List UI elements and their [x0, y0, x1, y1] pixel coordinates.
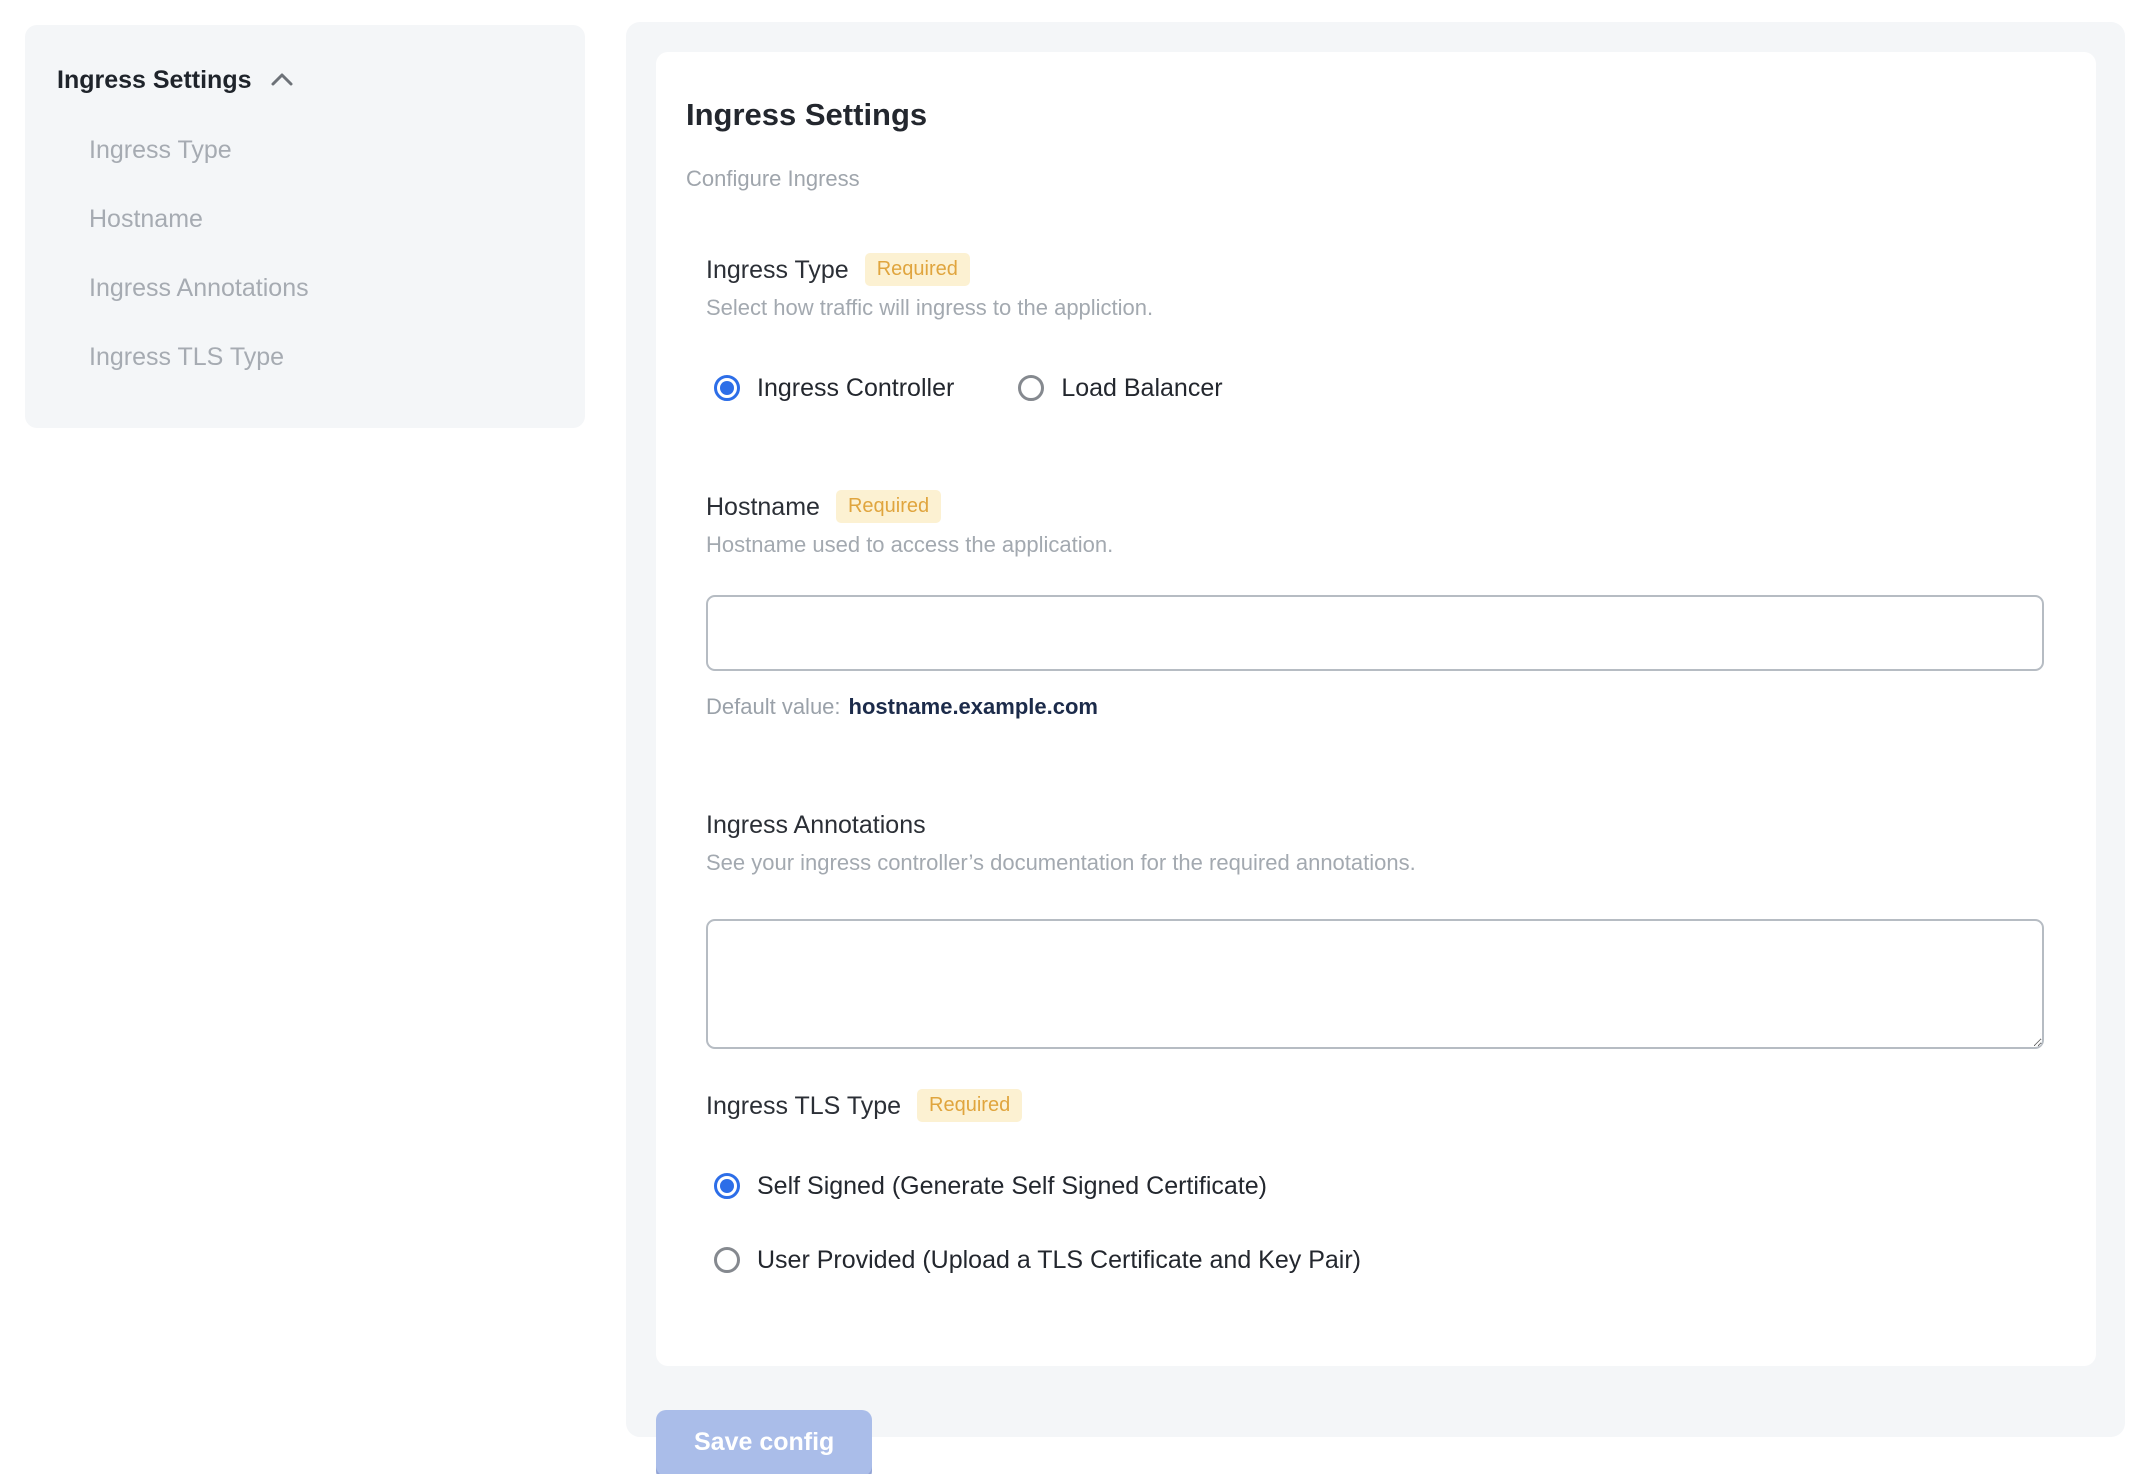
section-ingress-type: Ingress Type Required Select how traffic… — [706, 253, 2066, 404]
sidebar-section-toggle[interactable]: Ingress Settings — [57, 63, 549, 97]
radio-icon[interactable] — [714, 1173, 740, 1199]
sidebar-item-hostname[interactable]: Hostname — [89, 202, 549, 236]
radio-icon[interactable] — [714, 1247, 740, 1273]
ingress-type-label: Ingress Type — [706, 255, 849, 284]
sidebar-item-ingress-type[interactable]: Ingress Type — [89, 133, 549, 167]
sidebar-item-list: Ingress Type Hostname Ingress Annotation… — [89, 133, 549, 374]
radio-label: Self Signed (Generate Self Signed Certif… — [757, 1172, 1267, 1200]
required-badge: Required — [917, 1089, 1023, 1122]
ingress-annotations-description: See your ingress controller’s documentat… — [706, 850, 1416, 875]
hostname-default-line: Default value: hostname.example.com — [706, 693, 2066, 721]
tls-radio-group: Self Signed (Generate Self Signed Certif… — [714, 1170, 2066, 1276]
hostname-description: Hostname used to access the application. — [706, 532, 1114, 557]
main-panel: Ingress Settings Configure Ingress Ingre… — [626, 22, 2125, 1474]
radio-label: Ingress Controller — [757, 374, 955, 402]
section-hostname: Hostname Required Hostname used to acces… — [706, 490, 2066, 721]
radio-icon[interactable] — [1018, 375, 1045, 401]
section-ingress-tls-type: Ingress TLS Type Required Self Signed (G… — [706, 1089, 2066, 1276]
ingress-settings-card: Ingress Settings Configure Ingress Ingre… — [656, 52, 2096, 1366]
hostname-label: Hostname — [706, 492, 820, 521]
hostname-input[interactable] — [706, 595, 2044, 671]
ingress-type-description: Select how traffic will ingress to the a… — [706, 295, 1154, 320]
ingress-type-radio-group: Ingress Controller Load Balancer — [714, 372, 2066, 404]
radio-option-self-signed[interactable]: Self Signed (Generate Self Signed Certif… — [714, 1170, 2066, 1202]
settings-sidebar: Ingress Settings Ingress Type Hostname I… — [25, 25, 585, 428]
radio-label: User Provided (Upload a TLS Certificate … — [757, 1246, 1361, 1274]
default-value-label: Default value: — [706, 694, 841, 719]
save-config-button[interactable]: Save config — [656, 1410, 873, 1474]
page-subtitle: Configure Ingress — [686, 166, 860, 191]
sidebar-item-ingress-annotations[interactable]: Ingress Annotations — [89, 271, 549, 305]
annotations-textarea[interactable] — [706, 919, 2044, 1049]
sidebar-item-ingress-tls-type[interactable]: Ingress TLS Type — [89, 340, 549, 374]
required-badge: Required — [864, 253, 970, 286]
section-ingress-annotations: Ingress Annotations See your ingress con… — [706, 809, 2066, 1049]
radio-option-load-balancer[interactable]: Load Balancer — [1018, 372, 1223, 404]
radio-option-ingress-controller[interactable]: Ingress Controller — [714, 372, 954, 404]
required-badge: Required — [835, 490, 942, 523]
radio-label: Load Balancer — [1061, 374, 1223, 402]
ingress-annotations-label: Ingress Annotations — [706, 811, 926, 839]
chevron-up-icon — [268, 66, 296, 94]
default-value-text: hostname.example.com — [848, 694, 1098, 719]
save-row: Save config — [656, 1410, 2095, 1474]
radio-icon[interactable] — [714, 375, 740, 401]
page-title: Ingress Settings — [686, 97, 928, 132]
radio-option-user-provided[interactable]: User Provided (Upload a TLS Certificate … — [714, 1244, 2066, 1276]
sidebar-section-title: Ingress Settings — [57, 66, 252, 94]
ingress-tls-type-label: Ingress TLS Type — [706, 1091, 902, 1120]
